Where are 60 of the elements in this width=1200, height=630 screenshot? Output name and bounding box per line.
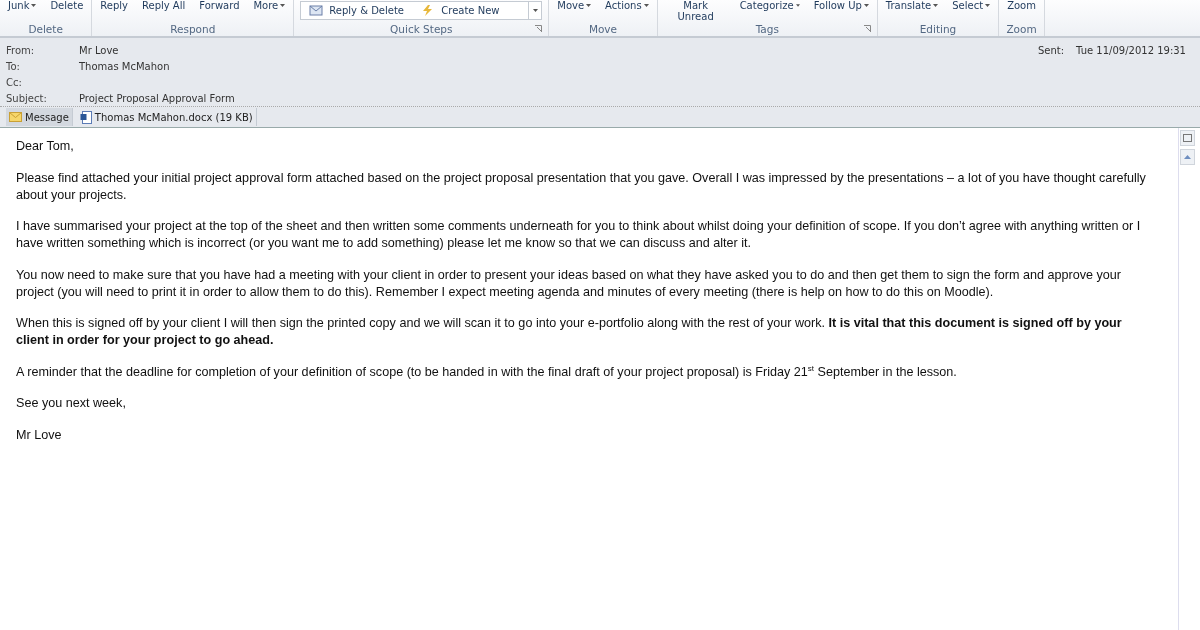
group-label: Respond xyxy=(170,23,216,35)
quick-step[interactable]: Reply & Delete xyxy=(301,2,414,19)
body-paragraph: You now need to make sure that you have had a meeting with your client in order to present your ideas based on what they have asked you to do and then get them to sign the form and approve your project (you will need to print it in order to allow them to do this). Remember I expect meeting agenda and minutes of every meeting (there is help on how to do this on Moodle). xyxy=(16,266,1122,301)
body-paragraph: When this is signed off by your client I will then sign the printed copy and we will scan it to go into your e-portfolio along with the rest of your work. It is vital that this document is signed off by your client in order for your project to go ahead. xyxy=(16,315,1123,349)
ribbon-button[interactable]: Mark Unread xyxy=(663,0,728,22)
field-label: Subject: xyxy=(6,92,48,104)
group-label: Zoom xyxy=(1006,23,1037,35)
ribbon-button[interactable]: Categorize xyxy=(737,0,802,11)
body-paragraph: A reminder that the deadline for completion of your definition of scope (to be handed in with the final draft of your project proposal) is Friday 21$^{st}$ September in the lesson. xyxy=(16,363,958,381)
caret-icon xyxy=(31,4,37,7)
group-label: Editing xyxy=(919,23,957,35)
ribbon-button[interactable]: Reply xyxy=(98,0,130,11)
launcher-icon[interactable] xyxy=(863,25,871,34)
field-label: Sent: xyxy=(1037,44,1065,56)
ribbon-button[interactable]: Follow Up xyxy=(811,0,871,11)
attachment-tab[interactable]: Message xyxy=(6,108,73,126)
caret-icon xyxy=(643,4,649,7)
body-paragraph: I have summarised your project at the top of the sheet and then written some comments underneath for you to think about whilst doing your definition of scope. If you don’t agree with anything written or I have written something which is incorrect (or you want me to add something) please let me know so that we can discuss and alter it. xyxy=(16,218,1142,252)
field-value: Mr Love xyxy=(79,44,119,56)
envelope-icon xyxy=(309,5,324,16)
quick-step[interactable]: Create New xyxy=(413,2,526,19)
caret-icon xyxy=(985,4,991,7)
ribbon-button[interactable]: Reply All xyxy=(140,0,188,11)
ribbon-button[interactable]: Translate xyxy=(883,0,941,11)
ribbon-button[interactable]: Actions xyxy=(603,0,651,11)
ribbon-button[interactable]: Junk xyxy=(6,0,39,11)
field-label: To: xyxy=(6,60,21,72)
group-label: Delete xyxy=(28,23,63,35)
window-icon xyxy=(1182,134,1192,142)
ribbon-button[interactable]: Zoom xyxy=(1005,0,1038,11)
ribbon-button[interactable]: More xyxy=(251,0,288,11)
sent-date: Tue 11/09/2012 19:31 xyxy=(1076,44,1186,56)
body-paragraph: Dear Tom, xyxy=(16,138,75,155)
document-icon xyxy=(79,110,92,124)
ribbon-button[interactable]: Move xyxy=(555,0,594,11)
group-label: Move xyxy=(588,23,618,35)
attachment-tab[interactable]: Thomas McMahon.docx (19 KB) xyxy=(76,108,257,126)
ribbon-button[interactable]: Select xyxy=(950,0,993,11)
ribbon-button[interactable]: Forward xyxy=(197,0,242,11)
group-label: Quick Steps xyxy=(390,23,453,35)
body-paragraph: Mr Love xyxy=(16,426,63,444)
body-paragraph: Please find attached your initial project approval form attached based on the project proposal presentation that you gave. Overall I was impressed by the presentations – a lot of you have thought carefully about your projects. xyxy=(16,169,1146,204)
scroll-up-button[interactable] xyxy=(1179,149,1195,165)
caret-icon xyxy=(795,4,800,7)
ribbon-button[interactable]: Delete xyxy=(48,0,86,11)
caret-icon xyxy=(586,4,592,7)
caret-icon xyxy=(280,4,286,7)
body-paragraph: See you next week, xyxy=(16,395,127,412)
split-button[interactable] xyxy=(1179,130,1195,146)
triangle-up-icon xyxy=(1183,155,1191,159)
envelope-icon xyxy=(9,112,22,122)
field-value: Project Proposal Approval Form xyxy=(79,92,235,104)
launcher-icon[interactable] xyxy=(535,25,543,34)
field-label: Cc: xyxy=(6,76,23,88)
field-label: From: xyxy=(6,44,36,56)
caret-icon xyxy=(933,4,939,7)
group-label: Tags xyxy=(755,23,779,35)
caret-icon xyxy=(863,4,869,7)
caret-icon xyxy=(532,9,538,12)
field-value: Thomas McMahon xyxy=(79,60,170,72)
